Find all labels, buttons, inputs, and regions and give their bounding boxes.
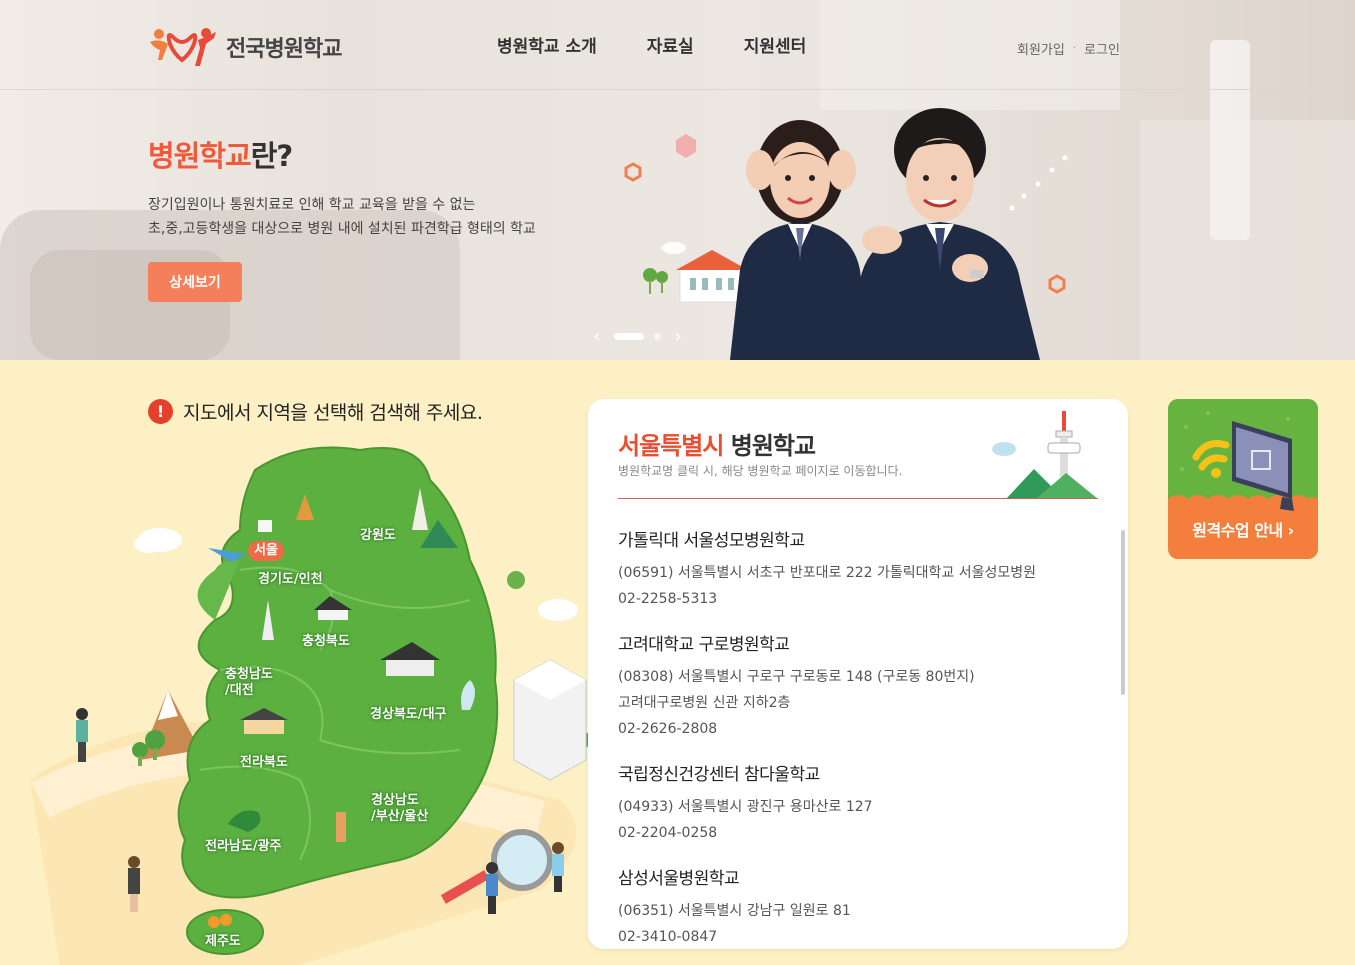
signup-link[interactable]: 회원가입 xyxy=(1017,39,1065,58)
school-name[interactable]: 삼성서울병원학교 xyxy=(618,864,1098,889)
school-item[interactable]: 가톨릭대 서울성모병원학교 (06591) 서울특별시 서초구 반포대로 222… xyxy=(618,526,1098,612)
region-chungnam[interactable]: 충청남도/대전 xyxy=(225,667,273,699)
seoul-tower-icon xyxy=(992,411,1098,499)
slider-indicator[interactable] xyxy=(654,333,661,340)
region-seoul[interactable]: 서울 xyxy=(248,541,284,561)
school-address-detail: 고려대구로병원 신관 지하2층 xyxy=(618,695,791,711)
slider-controls: ‹ › xyxy=(590,326,685,347)
hero-title-rest: 란? xyxy=(250,139,294,173)
region-gyeongnam-line1: 경상남도 xyxy=(371,793,419,808)
search-section: ! 지도에서 지역을 선택해 검색해 주세요. 서울 경기도/인천 강원도 충청… xyxy=(0,360,1355,965)
hero-desc-line: 장기입원이나 통원치료로 인해 학교 교육을 받을 수 없는 xyxy=(148,197,476,213)
school-phone: 02-2258-5313 xyxy=(618,591,718,607)
hero-title-highlight: 병원학교 xyxy=(148,139,252,173)
remote-class-label[interactable]: 원격수업 안내 › xyxy=(1168,517,1318,541)
school-list: 가톨릭대 서울성모병원학교 (06591) 서울특별시 서초구 반포대로 222… xyxy=(618,526,1098,949)
region-chungnam-line2: /대전 xyxy=(225,683,254,698)
region-chungnam-line1: 충청남도 xyxy=(225,667,273,682)
hero-banner: 전국병원학교 병원학교 소개 자료실 지원센터 회원가입 · 로그인 병원학교란… xyxy=(0,0,1355,360)
school-phone: 02-3410-0847 xyxy=(618,929,718,945)
nav-item-intro[interactable]: 병원학교 소개 xyxy=(497,32,597,57)
school-phone: 02-2204-0258 xyxy=(618,825,718,841)
school-item[interactable]: 삼성서울병원학교 (06351) 서울특별시 강남구 일원로 81 02-341… xyxy=(618,864,1098,949)
school-list-card: 서울특별시 병원학교 병원학교명 클릭 시, 해당 병원학교 페이지로 이동합니… xyxy=(588,399,1128,949)
slider-indicator-active[interactable] xyxy=(614,333,644,340)
region-gyeonggi[interactable]: 경기도/인천 xyxy=(258,572,323,588)
slider-prev-button[interactable]: ‹ xyxy=(590,326,604,347)
region-jeonnam[interactable]: 전라남도/광주 xyxy=(205,839,282,855)
school-address: (06591) 서울특별시 서초구 반포대로 222 가톨릭대학교 서울성모병원 xyxy=(618,565,1037,581)
school-name[interactable]: 가톨릭대 서울성모병원학교 xyxy=(618,526,1098,551)
list-scrollbar[interactable] xyxy=(1121,530,1125,695)
list-title: 서울특별시 병원학교 xyxy=(618,426,816,461)
remote-class-banner[interactable]: 원격수업 안내 › xyxy=(1168,399,1318,559)
hero-desc-line: 초,중,고등학생을 대상으로 병원 내에 설치된 파견학급 형태의 학교 xyxy=(148,221,536,237)
school-name[interactable]: 국립정신건강센터 참다울학교 xyxy=(618,760,1098,785)
nav-item-archive[interactable]: 자료실 xyxy=(647,32,694,57)
logo[interactable]: 전국병원학교 xyxy=(148,26,342,68)
korea-map: 서울 경기도/인천 강원도 충청북도 충청남도/대전 경상북도/대구 전라북도 … xyxy=(0,420,600,965)
list-title-rest: 병원학교 xyxy=(730,432,816,460)
region-gyeongnam[interactable]: 경상남도/부산/울산 xyxy=(371,793,428,825)
region-jeonbuk[interactable]: 전라북도 xyxy=(240,755,288,771)
school-phone: 02-2626-2808 xyxy=(618,721,718,737)
util-menu: 회원가입 · 로그인 xyxy=(1017,39,1120,58)
header: 전국병원학교 병원학교 소개 자료실 지원센터 회원가입 · 로그인 xyxy=(0,0,1355,90)
detail-button[interactable]: 상세보기 xyxy=(148,262,242,302)
list-subtitle: 병원학교명 클릭 시, 해당 병원학교 페이지로 이동합니다. xyxy=(618,464,903,478)
school-item[interactable]: 고려대학교 구로병원학교 (08308) 서울특별시 구로구 구로동로 148 … xyxy=(618,630,1098,742)
school-address: (04933) 서울특별시 광진구 용마산로 127 xyxy=(618,799,873,815)
nav-item-support[interactable]: 지원센터 xyxy=(744,32,807,57)
slider-next-button[interactable]: › xyxy=(671,326,685,347)
region-jeju[interactable]: 제주도 xyxy=(205,934,241,950)
school-address: (06351) 서울특별시 강남구 일원로 81 xyxy=(618,903,851,919)
hero-description: 장기입원이나 통원치료로 인해 학교 교육을 받을 수 없는 초,중,고등학생을… xyxy=(148,193,618,241)
school-address: (08308) 서울특별시 구로구 구로동로 148 (구로동 80번지) xyxy=(618,669,975,685)
region-gyeongbuk[interactable]: 경상북도/대구 xyxy=(370,707,447,723)
monitor-wifi-icon xyxy=(1168,411,1318,519)
list-title-region: 서울특별시 xyxy=(618,432,724,460)
region-gyeongnam-line2: /부산/울산 xyxy=(371,809,429,824)
main-nav: 병원학교 소개 자료실 지원센터 xyxy=(497,32,856,57)
school-item[interactable]: 국립정신건강센터 참다울학교 (04933) 서울특별시 광진구 용마산로 12… xyxy=(618,760,1098,846)
region-gangwon[interactable]: 강원도 xyxy=(360,528,396,544)
students-illustration xyxy=(624,108,1068,360)
logo-text: 전국병원학교 xyxy=(226,37,342,62)
school-name[interactable]: 고려대학교 구로병원학교 xyxy=(618,630,1098,655)
list-divider xyxy=(618,498,1098,499)
login-link[interactable]: 로그인 xyxy=(1084,39,1120,58)
util-separator: · xyxy=(1072,43,1077,54)
hero-title: 병원학교란? xyxy=(148,133,294,175)
korea-map-illustration xyxy=(30,446,590,965)
region-chungbuk[interactable]: 충청북도 xyxy=(302,634,350,650)
logo-icon xyxy=(150,28,216,66)
